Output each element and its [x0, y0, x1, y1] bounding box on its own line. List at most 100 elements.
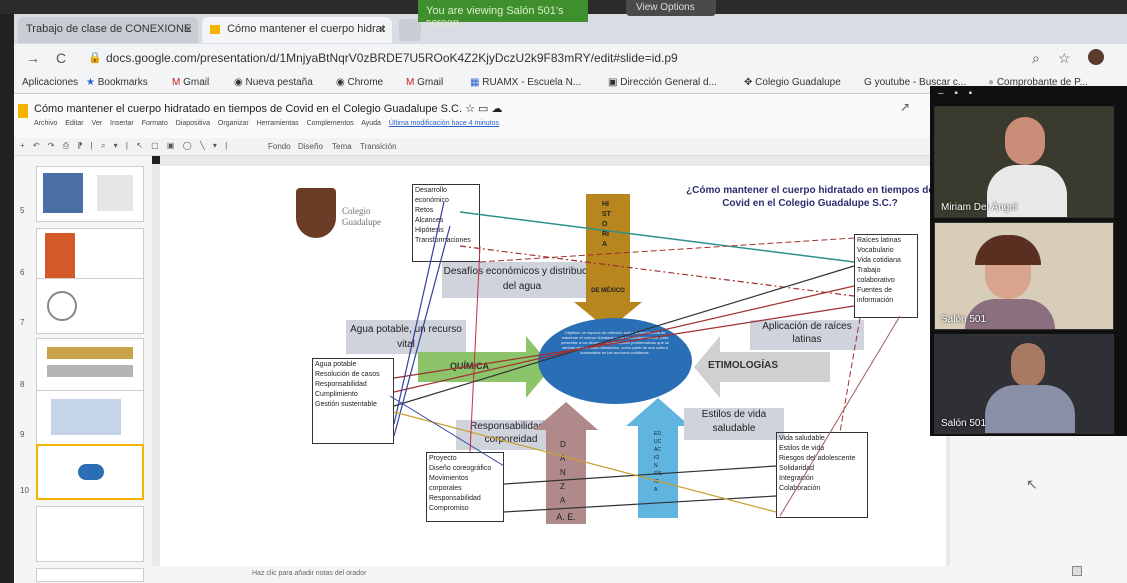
- toolbar-tema[interactable]: Tema: [332, 142, 352, 151]
- slide-thumbnail[interactable]: [36, 568, 144, 582]
- chrome-icon: ◉: [336, 77, 348, 88]
- bookmark-gmail-2[interactable]: M Gmail: [406, 77, 443, 88]
- tab-trabajo-de-clase[interactable]: Trabajo de clase de CONEXIONE ×: [18, 17, 198, 43]
- bookmark-bookmarks[interactable]: ★ Bookmarks: [86, 77, 148, 88]
- connector-line: [459, 211, 855, 263]
- school-logo: [296, 188, 336, 238]
- menu-bar: Archivo Editar Ver Insertar Formato Diap…: [34, 120, 505, 127]
- bookmark-aplicaciones[interactable]: Aplicaciones: [22, 77, 78, 88]
- folder-icon[interactable]: ▭: [478, 103, 488, 115]
- slide-thumbnail[interactable]: [36, 228, 144, 284]
- video-tile[interactable]: Salón 501: [934, 334, 1114, 434]
- objective-ellipse: Objetivo: un espacio de reflexión sobre …: [538, 318, 692, 404]
- bookmark-ruamx[interactable]: ▦ RUAMX - Escuela N...: [470, 77, 581, 88]
- slide-thumbnail-selected[interactable]: [36, 444, 144, 500]
- tab-label: Trabajo de clase de CONEXIONE: [26, 23, 192, 35]
- menu-insertar[interactable]: Insertar: [110, 120, 134, 127]
- list-item: Transformaciones: [415, 237, 471, 244]
- list-item: Trabajo colaborativo: [857, 267, 895, 284]
- list-item: Estilos de vida: [779, 445, 825, 452]
- logo-text: Colegio Guadalupe: [342, 206, 381, 227]
- slide-number: 6: [20, 268, 25, 277]
- menu-complementos[interactable]: Complementos: [307, 120, 354, 127]
- lock-icon: 🔒: [88, 52, 102, 64]
- agua-label: Agua potable, un recurso vital: [346, 320, 466, 354]
- menu-formato[interactable]: Formato: [142, 120, 168, 127]
- speaker-notes[interactable]: Haz clic para añadir notas del orador: [152, 566, 950, 583]
- expand-icon[interactable]: [1072, 566, 1082, 576]
- toolbar-transicion[interactable]: Transición: [360, 142, 397, 151]
- toolbar-diseno[interactable]: Diseño: [298, 142, 323, 151]
- list-item: Solidaridad: [779, 465, 815, 472]
- list-item: Retos: [415, 207, 434, 214]
- slide-number: 5: [20, 206, 25, 215]
- close-icon[interactable]: ×: [379, 22, 386, 36]
- danza-topics-box: Proyecto Diseño coreográfico Movimientos…: [426, 452, 504, 522]
- list-item: Resolución de casos: [315, 371, 380, 378]
- close-icon[interactable]: ×: [185, 22, 192, 36]
- last-edit-link[interactable]: Última modificación hace 4 minutos: [389, 120, 499, 127]
- star-icon[interactable]: ☆: [465, 103, 475, 115]
- menu-herramientas[interactable]: Herramientas: [257, 120, 299, 127]
- google-icon: G: [864, 77, 875, 88]
- estilos-label: Estilos de vida saludable: [684, 408, 784, 440]
- screen-share-banner: You are viewing Salón 501's screen: [418, 0, 588, 29]
- list-item: Raíces latinas: [857, 237, 901, 244]
- tab-slides[interactable]: Cómo mantener el cuerpo hidrat ×: [202, 17, 392, 43]
- star-icon[interactable]: ☆: [1058, 50, 1071, 67]
- slide-filmstrip: 5 6 7 8 9 10: [14, 156, 152, 583]
- bookmark-colegio-guadalupe[interactable]: ✥ Colegio Guadalupe: [744, 77, 841, 88]
- quimica-label: QUÍMICA: [450, 361, 489, 371]
- back-icon[interactable]: →: [26, 50, 40, 66]
- ruler: [160, 156, 950, 164]
- etimologias-topics-box: Raíces latinas Vocabulario Vida cotidian…: [854, 234, 918, 318]
- list-item: Compromiso: [429, 505, 469, 512]
- slide-thumbnail[interactable]: [36, 338, 144, 394]
- menu-diapositiva[interactable]: Diapositiva: [176, 120, 210, 127]
- slide-canvas[interactable]: Colegio Guadalupe ¿Cómo mantener el cuer…: [160, 166, 946, 566]
- toolbar-fondo[interactable]: Fondo: [268, 142, 291, 151]
- bookmark-chrome[interactable]: ◉ Chrome: [336, 77, 383, 88]
- video-tile[interactable]: Miriam Del Ángel: [934, 106, 1114, 218]
- bookmark-gmail[interactable]: M Gmail: [172, 77, 209, 88]
- participant-name: Miriam Del Ángel: [941, 202, 1018, 213]
- activity-icon[interactable]: ↗: [900, 100, 910, 114]
- historia-arrow-sublabel: DE MÉXICO: [591, 288, 625, 294]
- participant-name: Salón 501: [941, 418, 987, 429]
- list-item: Colaboración: [779, 485, 821, 492]
- participant-hair: [975, 235, 1041, 265]
- list-item: Desarrollo: [415, 187, 447, 194]
- tab-label: Cómo mantener el cuerpo hidrat: [227, 23, 385, 35]
- slide-thumbnail[interactable]: [36, 390, 144, 446]
- presentation-title[interactable]: Cómo mantener el cuerpo hidratado en tie…: [34, 102, 503, 115]
- bookmark-nueva-pestana[interactable]: ◉ Nueva pestaña: [234, 77, 313, 88]
- slide-thumbnail[interactable]: [36, 278, 144, 334]
- menu-ver[interactable]: Ver: [92, 120, 103, 127]
- reload-icon[interactable]: C: [56, 50, 66, 66]
- view-options-button[interactable]: View Options: [626, 0, 716, 16]
- screenshot-frame: Trabajo de clase de CONEXIONE × Cómo man…: [0, 0, 1127, 583]
- bookmark-direccion-general[interactable]: ▣ Dirección General d...: [608, 77, 717, 88]
- menu-ayuda[interactable]: Ayuda: [361, 120, 381, 127]
- menu-archivo[interactable]: Archivo: [34, 120, 57, 127]
- url-field[interactable]: docs.google.com/presentation/d/1MnjyaBtN…: [106, 51, 678, 65]
- list-item: Movimientos corporales: [429, 475, 469, 492]
- edfisica-arrowhead: [626, 398, 690, 426]
- menu-organizar[interactable]: Organizar: [218, 120, 249, 127]
- slides-logo-icon: [18, 104, 28, 118]
- toolbar-icons[interactable]: + ↶ ↷ ⎙ ⁋ | ⌕ ▾ | ↖ ▢ ▣ ◯ ╲ ▾ |: [20, 141, 230, 151]
- video-tile[interactable]: Salón 501: [934, 222, 1114, 330]
- gmail-icon: M: [172, 77, 184, 88]
- profile-avatar[interactable]: [1088, 49, 1104, 65]
- slide-thumbnail[interactable]: [36, 506, 144, 562]
- right-side-area: ↖: [950, 436, 1127, 583]
- new-tab-button[interactable]: [399, 19, 421, 41]
- list-item: Gestión sustentable: [315, 401, 377, 408]
- panel-window-controls: – ▪ ▪: [938, 88, 977, 99]
- address-bar: → C 🔒 docs.google.com/presentation/d/1Mn…: [14, 44, 1127, 72]
- slide-thumbnail[interactable]: [36, 166, 144, 222]
- search-icon[interactable]: ⌕: [1032, 50, 1040, 67]
- list-item: Integración: [779, 475, 814, 482]
- folder-icon: ▣: [608, 77, 621, 88]
- menu-editar[interactable]: Editar: [65, 120, 83, 127]
